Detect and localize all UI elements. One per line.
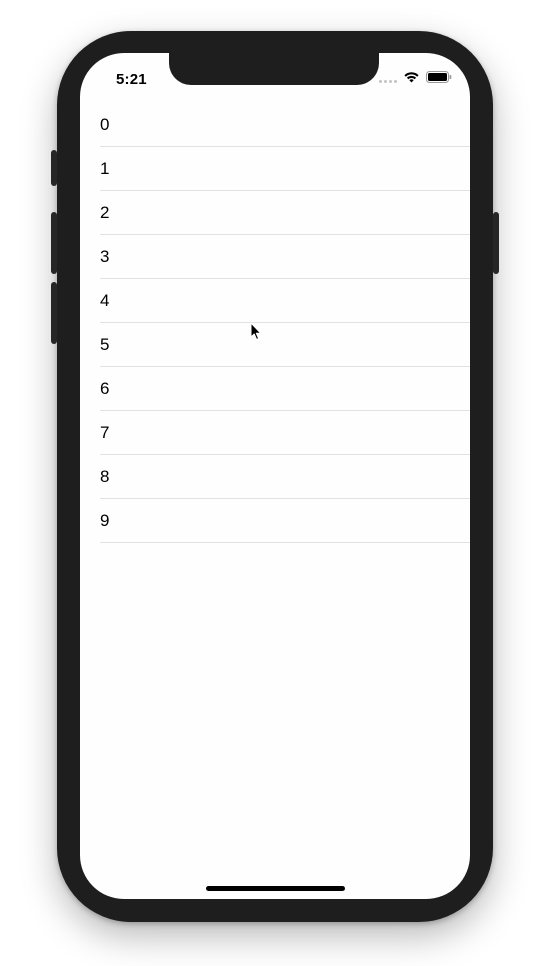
list-item[interactable]: 4 xyxy=(80,279,470,323)
list-item-label: 4 xyxy=(100,291,110,310)
mouse-pointer-icon xyxy=(250,322,262,340)
cellular-signal-icon xyxy=(379,71,397,83)
phone-screen: 5:21 0 1 2 3 4 5 6 7 8 9 xyxy=(80,53,470,899)
home-indicator[interactable] xyxy=(206,886,345,891)
list-item-label: 9 xyxy=(100,511,110,530)
list-item-label: 5 xyxy=(100,335,110,354)
battery-icon xyxy=(426,71,452,83)
status-time: 5:21 xyxy=(116,71,147,88)
row-separator xyxy=(100,542,470,543)
list-item[interactable]: 0 xyxy=(80,103,470,147)
list-item[interactable]: 3 xyxy=(80,235,470,279)
list-item[interactable]: 9 xyxy=(80,499,470,543)
volume-up-button xyxy=(51,212,57,274)
list-item-label: 1 xyxy=(100,159,110,178)
list-item[interactable]: 6 xyxy=(80,367,470,411)
list-item-label: 0 xyxy=(100,115,110,134)
list-item-label: 8 xyxy=(100,467,110,486)
list-item[interactable]: 5 xyxy=(80,323,470,367)
list-item[interactable]: 2 xyxy=(80,191,470,235)
list-item-label: 7 xyxy=(100,423,110,442)
volume-down-button xyxy=(51,282,57,344)
number-list: 0 1 2 3 4 5 6 7 8 9 xyxy=(80,103,470,543)
wifi-icon xyxy=(404,72,419,83)
list-item[interactable]: 8 xyxy=(80,455,470,499)
list-item[interactable]: 7 xyxy=(80,411,470,455)
notch xyxy=(169,53,379,85)
mute-switch xyxy=(51,150,57,186)
status-indicators xyxy=(379,71,452,83)
power-button xyxy=(493,212,499,274)
list-item-label: 2 xyxy=(100,203,110,222)
list-item[interactable]: 1 xyxy=(80,147,470,191)
list-item-label: 3 xyxy=(100,247,110,266)
list-item-label: 6 xyxy=(100,379,110,398)
